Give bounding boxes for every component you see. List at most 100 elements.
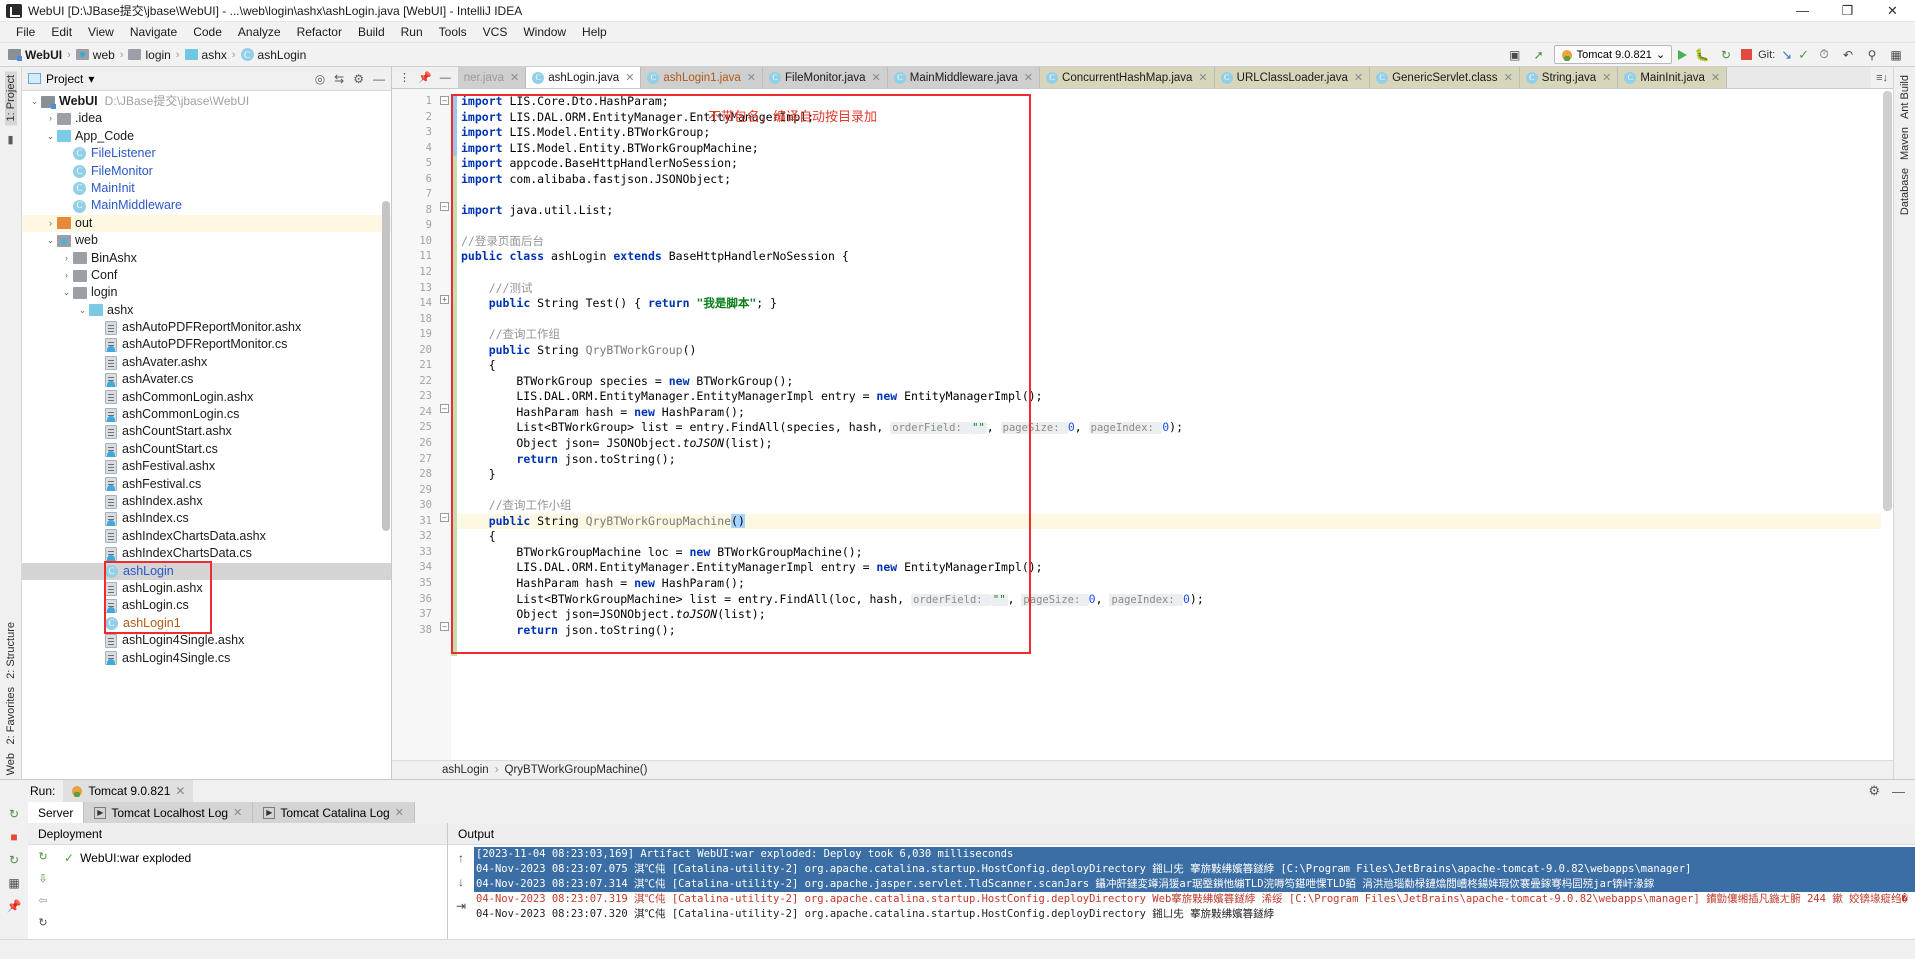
tree-row[interactable]: ⌄ ashx [22, 302, 391, 319]
hide-panel-icon[interactable]: — [1892, 784, 1905, 799]
code-line[interactable]: Object json=JSONObject.toJSON(list); [457, 607, 1893, 623]
hide-editor-icon[interactable]: — [440, 72, 451, 84]
tree-row[interactable]: ashCommonLogin.cs [22, 406, 391, 423]
close-icon[interactable]: ✕ [1198, 71, 1207, 84]
close-icon[interactable]: ✕ [175, 784, 185, 798]
undeploy-icon[interactable]: ⇦ [38, 894, 47, 907]
menu-build[interactable]: Build [350, 23, 393, 41]
hide-panel-icon[interactable]: — [373, 72, 385, 86]
tree-row[interactable]: C FileListener [22, 145, 391, 162]
code-folding-column[interactable]: – – + – – – [438, 89, 451, 760]
close-icon[interactable]: ✕ [395, 806, 404, 819]
scroll-down-icon[interactable]: ↓ [458, 875, 464, 889]
run-sub-tab[interactable]: Server [28, 802, 85, 823]
run-tab-tomcat[interactable]: Tomcat 9.0.821 ✕ [63, 780, 194, 802]
close-icon[interactable]: ✕ [1711, 71, 1720, 84]
breadcrumb-item-web[interactable]: web [93, 48, 115, 62]
breadcrumb-item-ashx[interactable]: ashx [202, 48, 227, 62]
editor-tab[interactable]: ner.java ✕ [457, 67, 527, 88]
tree-row[interactable]: ashLogin4Single.ashx [22, 632, 391, 649]
close-icon[interactable]: ✕ [872, 71, 881, 84]
breadcrumb-item-ashlogin[interactable]: ashLogin [258, 48, 307, 62]
tree-toggle-icon[interactable]: › [44, 215, 57, 232]
code-line[interactable]: Object json= JSONObject.toJSON(list); [457, 436, 1893, 452]
editor-tab[interactable]: C MainInit.java ✕ [1618, 67, 1728, 88]
locate-file-icon[interactable]: ◎ [315, 72, 325, 86]
rail-web-button[interactable]: Web [5, 749, 17, 779]
tree-row[interactable]: C MainMiddleware [22, 197, 391, 214]
code-line[interactable]: HashParam hash = new HashParam(); [457, 405, 1893, 421]
stop-icon[interactable]: ■ [6, 829, 22, 845]
tree-toggle-icon[interactable]: ⌄ [44, 128, 57, 145]
editor-vertical-scrollbar[interactable] [1881, 89, 1893, 760]
code-line[interactable]: public String Test() { return "我是脚本"; } [457, 296, 1893, 312]
code-line[interactable]: LIS.DAL.ORM.EntityManager.EntityManagerI… [457, 560, 1893, 576]
code-line[interactable]: //登录页面后台 [457, 234, 1893, 250]
tree-row[interactable]: ashFestival.cs [22, 476, 391, 493]
gear-icon[interactable]: ⚙ [353, 72, 364, 86]
tree-toggle-icon[interactable]: › [60, 267, 73, 284]
stop-icon[interactable] [1741, 49, 1753, 60]
code-line[interactable]: HashParam hash = new HashParam(); [457, 576, 1893, 592]
fold-marker-icon[interactable]: + [440, 295, 449, 304]
project-view-chevron-icon[interactable]: ▾ [88, 72, 94, 86]
rerun-icon[interactable]: ↻ [1717, 46, 1735, 64]
rail-ant-build-button[interactable]: Ant Build [1899, 71, 1911, 123]
rail-database-button[interactable]: Database [1899, 164, 1911, 219]
menu-vcs[interactable]: VCS [475, 23, 516, 41]
code-line[interactable]: } [457, 467, 1893, 483]
tree-row[interactable]: ashIndexChartsData.cs [22, 545, 391, 562]
editor-scrollbar-thumb[interactable] [1883, 91, 1892, 511]
tree-row[interactable]: ashAutoPDFReportMonitor.ashx [22, 319, 391, 336]
code-line[interactable] [457, 265, 1893, 281]
close-icon[interactable]: ✕ [1602, 71, 1611, 84]
close-icon[interactable]: ✕ [233, 806, 242, 819]
project-tree[interactable]: ⌄ WebUI D:\JBase提交\jbase\WebUI › .idea ⌄ App_C… [22, 91, 391, 779]
tree-row[interactable]: C FileMonitor [22, 163, 391, 180]
tree-toggle-icon[interactable]: ⌄ [44, 232, 57, 249]
menu-tools[interactable]: Tools [431, 23, 475, 41]
code-line[interactable]: import LIS.Model.Entity.BTWorkGroupMachi… [457, 141, 1893, 157]
tree-row[interactable]: ashAutoPDFReportMonitor.cs [22, 336, 391, 353]
editor-tab[interactable]: C FileMonitor.java ✕ [763, 67, 888, 88]
tree-toggle-icon[interactable]: ⌄ [76, 302, 89, 319]
code-line[interactable] [457, 483, 1893, 499]
expand-collapse-icon[interactable]: ⇆ [334, 72, 344, 86]
code-line[interactable] [457, 312, 1893, 328]
deployment-list[interactable]: ✓ WebUI:war exploded [58, 845, 447, 939]
close-icon[interactable]: ✕ [1504, 71, 1513, 84]
code-line[interactable]: import LIS.Core.Dto.HashParam; [457, 94, 1893, 110]
fold-marker-icon[interactable]: – [440, 622, 449, 631]
breadcrumb-class[interactable]: ashLogin [442, 764, 489, 776]
tree-row[interactable]: ⌄ WebUI D:\JBase提交\jbase\WebUI [22, 93, 391, 110]
tree-row[interactable]: ashIndexChartsData.ashx [22, 528, 391, 545]
gear-icon[interactable]: ⚙ [1868, 783, 1880, 799]
editor-tab[interactable]: C MainMiddleware.java ✕ [887, 67, 1041, 88]
tree-row[interactable]: CashLogin1 [22, 615, 391, 632]
tree-row[interactable]: › Conf [22, 267, 391, 284]
menu-view[interactable]: View [80, 23, 122, 41]
build-project-icon[interactable]: ▣ [1506, 46, 1524, 64]
output-log[interactable]: [2023-11-04 08:23:03,169] Artifact WebUI… [474, 845, 1915, 939]
tree-row[interactable]: C MainInit [22, 180, 391, 197]
restart-icon[interactable]: ↻ [38, 916, 47, 929]
tree-row[interactable]: ashLogin.cs [22, 597, 391, 614]
menu-code[interactable]: Code [185, 23, 230, 41]
fold-marker-icon[interactable]: – [440, 202, 449, 211]
close-icon[interactable]: ✕ [1024, 71, 1033, 84]
tree-row[interactable]: ashFestival.ashx [22, 458, 391, 475]
code-line[interactable] [457, 187, 1893, 203]
soft-wrap-icon[interactable]: ⇥ [456, 899, 466, 913]
tree-row[interactable]: ashCountStart.ashx [22, 423, 391, 440]
tree-row[interactable]: › .idea [22, 110, 391, 127]
code-line[interactable]: List<BTWorkGroup> list = entry.FindAll(s… [457, 420, 1893, 436]
editor-tab[interactable]: C URLClassLoader.java ✕ [1214, 67, 1371, 88]
run-configuration-selector[interactable]: Tomcat 9.0.821 ⌄ [1553, 45, 1673, 64]
run-sub-tab[interactable]: ▶ Tomcat Catalina Log ✕ [253, 802, 415, 823]
maximize-button[interactable]: ❐ [1825, 0, 1870, 22]
code-line[interactable]: import java.util.List; [457, 203, 1893, 219]
rail-favorites-button[interactable]: 2: Favorites [5, 683, 17, 748]
tree-row[interactable]: ⌄ login [22, 284, 391, 301]
tree-row[interactable]: ashIndex.cs [22, 510, 391, 527]
breadcrumb-item-webui[interactable]: WebUI [25, 48, 62, 62]
